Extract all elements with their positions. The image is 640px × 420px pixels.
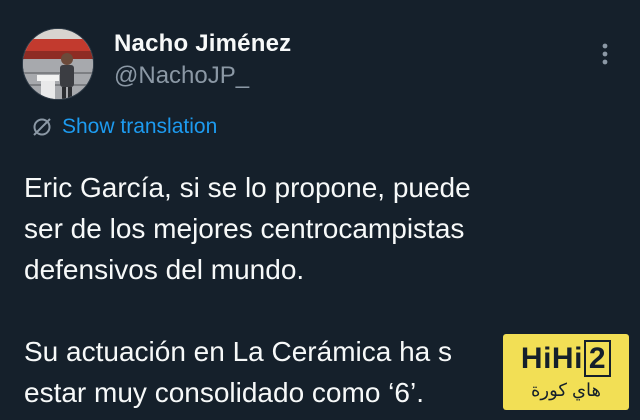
more-options-button[interactable] (594, 38, 616, 70)
watermark-logo-word: HiHi (520, 342, 583, 375)
watermark-logo-digit: 2 (583, 340, 612, 377)
show-translation-label: Show translation (62, 115, 218, 138)
author-display-name[interactable]: Nacho Jiménez (114, 30, 291, 58)
profile-photo-icon (23, 29, 93, 99)
site-watermark-logo: HiHi 2 هاي كورة (503, 334, 629, 410)
tweet-paragraph: Eric García, si se lo propone, puede ser… (24, 172, 471, 285)
tweet-card: Nacho Jiménez @NachoJP_ Show translation… (0, 0, 640, 420)
author-avatar[interactable] (22, 28, 94, 100)
author-handle[interactable]: @NachoJP_ (114, 62, 249, 90)
show-translation-link[interactable]: Show translation (30, 113, 217, 141)
more-vertical-icon (602, 43, 608, 65)
watermark-subtitle: هاي كورة (530, 380, 602, 400)
watermark-logo-text: HiHi 2 (503, 340, 629, 377)
translate-icon (33, 118, 51, 136)
